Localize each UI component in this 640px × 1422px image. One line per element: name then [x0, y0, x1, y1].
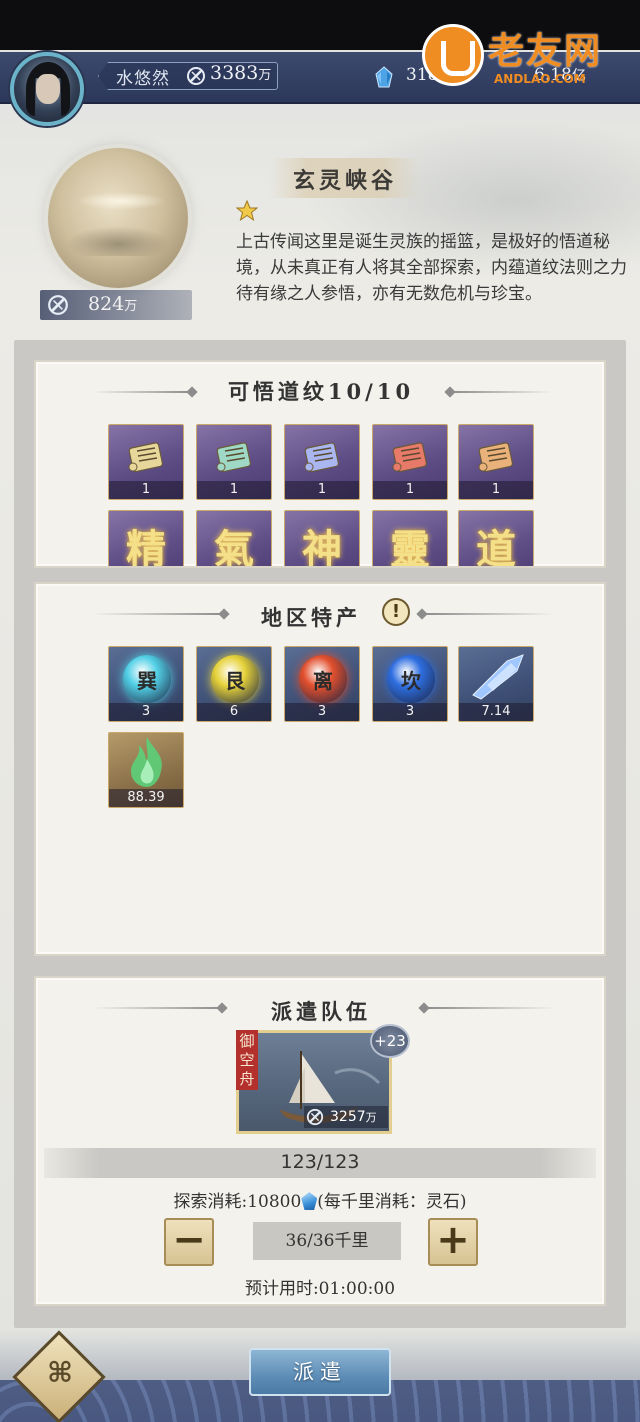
dao-glyph-char: 氣: [214, 526, 254, 568]
combat-power-icon: [187, 67, 205, 85]
info-icon[interactable]: !: [382, 598, 410, 626]
red-scroll-icon: [392, 442, 428, 473]
dao-glyph-char: 神: [302, 526, 342, 568]
item-count: 1: [109, 481, 183, 499]
area-power-icon: [48, 295, 68, 315]
cost-label: 探索消耗:: [173, 1192, 248, 1212]
dao-glyph-char: 靈: [390, 526, 430, 568]
item-count: 3: [285, 703, 359, 721]
team-count: 123/123: [280, 1151, 360, 1173]
dao-scroll-tile[interactable]: 1: [108, 424, 184, 500]
cost-value: 10800: [247, 1192, 302, 1212]
dao-glyph-tile[interactable]: 靈1: [372, 510, 448, 568]
item-count: 7.14: [459, 703, 533, 721]
title-line-left: [92, 1007, 222, 1009]
dao-glyph-char: 精: [126, 526, 166, 568]
title-line-right: [452, 391, 552, 393]
item-count: 1: [459, 481, 533, 499]
title-line-left: [92, 613, 222, 615]
title-line-right: [424, 613, 554, 615]
area-image: [48, 148, 188, 288]
orange-scroll-icon: [478, 442, 514, 473]
area-power: 824万: [88, 293, 138, 315]
distance-display: 36/36千里: [253, 1222, 401, 1260]
item-count: 1: [197, 567, 271, 568]
blue-scroll-icon: [304, 442, 340, 473]
player-name: 水悠然: [116, 69, 170, 89]
player-avatar[interactable]: [10, 52, 84, 126]
decrease-distance-button[interactable]: −: [164, 1218, 214, 1266]
area-description: 上古传闻这里是诞生灵族的摇篮，是极好的悟道秘境，从未真正有人将其全部探索，内蕴道…: [236, 232, 627, 304]
cost-note: (每千里消耗：灵石): [317, 1192, 467, 1212]
orb-char: 巽: [137, 669, 157, 693]
item-count: 1: [285, 567, 359, 568]
ship-type-tag: 御空舟: [236, 1030, 258, 1090]
area-title: 玄灵峡谷: [292, 168, 397, 194]
crystal-shard-icon: [472, 654, 524, 700]
item-count: 6: [197, 703, 271, 721]
spirit-stone-icon: [301, 1192, 318, 1210]
dao-scroll-tile[interactable]: 1: [458, 424, 534, 500]
orb-char: 艮: [225, 669, 245, 693]
player-power: 3383万: [210, 62, 272, 84]
dao-pattern-panel: 可悟道纹10/10 11111精1氣1神1靈1道1: [34, 360, 606, 568]
item-count: 3: [109, 703, 183, 721]
item-count: 1: [197, 481, 271, 499]
dao-glyph-char: 道: [476, 526, 516, 568]
orb-char: 离: [313, 669, 333, 693]
dao-glyph-tile[interactable]: 神1: [284, 510, 360, 568]
specialty-item-tile[interactable]: 88.39: [108, 732, 184, 808]
watermark-circle-icon: [422, 24, 484, 86]
item-count: 88.39: [109, 789, 183, 807]
item-count: 1: [373, 567, 447, 568]
item-count: 1: [373, 481, 447, 499]
ship-power-icon: [306, 1108, 324, 1126]
specialty-title: 地区特产: [261, 605, 361, 630]
dao-glyph-tile[interactable]: 氣1: [196, 510, 272, 568]
dispatch-title: 派遣队伍: [271, 999, 371, 1024]
dao-glyph-tile[interactable]: 精1: [108, 510, 184, 568]
item-count: 1: [109, 567, 183, 568]
avatar-face: [36, 74, 60, 104]
title-line-left: [92, 391, 192, 393]
dao-scroll-tile[interactable]: 1: [196, 424, 272, 500]
green-flame-icon: [131, 737, 162, 787]
title-line-right: [426, 1007, 556, 1009]
specialty-item-tile[interactable]: 离3: [284, 646, 360, 722]
dao-scroll-tile[interactable]: 1: [372, 424, 448, 500]
estimated-time: 预计用时:01:00:00: [244, 1279, 396, 1299]
green-scroll-icon: [216, 442, 252, 473]
item-count: 1: [285, 481, 359, 499]
specialty-panel: 地区特产 巽 3 艮 6 离 3 坎 3 7.14 88.39: [34, 582, 606, 956]
exploration-cost: 探索消耗:10800 (每千里消耗：灵石): [34, 1187, 606, 1212]
specialty-item-tile[interactable]: 7.14: [458, 646, 534, 722]
dao-scroll-tile[interactable]: 1: [284, 424, 360, 500]
menu-glyph-icon: ⌘: [47, 1356, 73, 1389]
increase-distance-button[interactable]: +: [428, 1218, 478, 1266]
specialty-item-tile[interactable]: 艮6: [196, 646, 272, 722]
dispatch-button[interactable]: 派遣: [249, 1348, 391, 1396]
gold-scroll-icon: [128, 442, 164, 473]
dao-glyph-tile[interactable]: 道1: [458, 510, 534, 568]
spirit-stone-icon: [375, 66, 393, 88]
item-count: 1: [459, 567, 533, 568]
title-dot-left: [218, 608, 230, 620]
ship-bonus-badge: +23: [370, 1024, 410, 1058]
watermark-sub: ANDLAO.COM: [494, 72, 586, 86]
orb-char: 坎: [401, 669, 421, 693]
watermark-brand: 老友网: [488, 31, 603, 72]
specialty-item-tile[interactable]: 坎3: [372, 646, 448, 722]
dao-pattern-title: 可悟道纹10/10: [227, 379, 415, 404]
title-dot-left: [216, 1002, 228, 1014]
item-count: 3: [373, 703, 447, 721]
star-icon: [236, 200, 258, 222]
watermark-logo: 老友网 ANDLAO.COM: [422, 4, 632, 88]
specialty-item-tile[interactable]: 巽3: [108, 646, 184, 722]
